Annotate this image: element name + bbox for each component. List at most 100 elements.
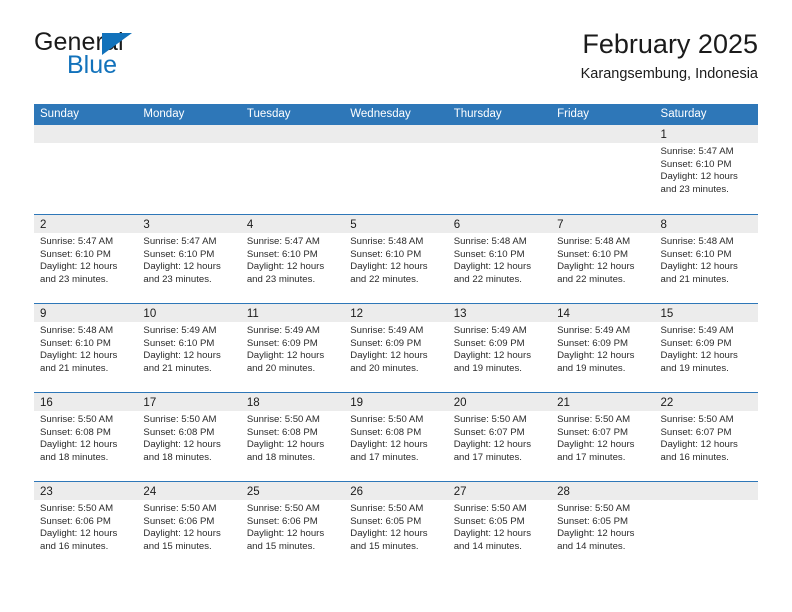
day-cell[interactable]: 2 Sunrise: 5:47 AM Sunset: 6:10 PM Dayli… xyxy=(34,215,138,303)
sunrise-text: Sunrise: 5:49 AM xyxy=(557,325,631,336)
daylight-text-line1: Daylight: 12 hours xyxy=(143,261,221,273)
daylight-text-line1: Daylight: 12 hours xyxy=(453,261,532,273)
daylight-text-line2: and 15 minutes. xyxy=(246,540,316,552)
day-details: Sunrise: 5:49 AM Sunset: 6:10 PM Dayligh… xyxy=(137,322,240,375)
daylight-text-line2: and 22 minutes. xyxy=(557,273,626,285)
day-number-strip: 4 xyxy=(240,215,345,233)
daylight-text-line2: and 21 minutes. xyxy=(143,362,212,374)
day-cell[interactable] xyxy=(344,125,448,214)
day-cell[interactable]: 27 Sunrise: 5:50 AM Sunset: 6:05 PM Dayl… xyxy=(447,482,552,570)
day-number-strip: 9 xyxy=(34,304,138,322)
daylight-text-line2: and 17 minutes. xyxy=(557,451,626,463)
day-details: Sunrise: 5:49 AM Sunset: 6:09 PM Dayligh… xyxy=(344,322,447,375)
day-cell[interactable]: 28 Sunrise: 5:50 AM Sunset: 6:05 PM Dayl… xyxy=(551,482,655,570)
day-number-strip: 26 xyxy=(344,482,448,500)
day-details xyxy=(344,143,447,146)
day-details xyxy=(655,500,758,503)
day-number-strip: 17 xyxy=(137,393,241,411)
day-cell[interactable]: 21 Sunrise: 5:50 AM Sunset: 6:07 PM Dayl… xyxy=(551,393,655,481)
day-cell[interactable]: 26 Sunrise: 5:50 AM Sunset: 6:05 PM Dayl… xyxy=(344,482,448,570)
logo-text-blue: Blue xyxy=(67,51,118,79)
day-cell[interactable]: 6 Sunrise: 5:48 AM Sunset: 6:10 PM Dayli… xyxy=(447,215,552,303)
day-cell[interactable]: 24 Sunrise: 5:50 AM Sunset: 6:06 PM Dayl… xyxy=(137,482,241,570)
daylight-text-line2: and 18 minutes. xyxy=(143,451,212,463)
day-cell[interactable]: 14 Sunrise: 5:49 AM Sunset: 6:09 PM Dayl… xyxy=(551,304,655,392)
daylight-text-line1: Daylight: 12 hours xyxy=(350,528,428,540)
day-number: 16 xyxy=(40,397,53,409)
day-details: Sunrise: 5:48 AM Sunset: 6:10 PM Dayligh… xyxy=(344,233,447,286)
day-number-strip: 8 xyxy=(654,215,758,233)
day-cell[interactable]: 10 Sunrise: 5:49 AM Sunset: 6:10 PM Dayl… xyxy=(137,304,241,392)
sunset-text: Sunset: 6:07 PM xyxy=(660,426,732,438)
sunset-text: Sunset: 6:07 PM xyxy=(453,426,525,438)
day-number-strip: 7 xyxy=(551,215,655,233)
sunrise-text: Sunrise: 5:50 AM xyxy=(143,503,217,514)
day-cell[interactable]: 13 Sunrise: 5:49 AM Sunset: 6:09 PM Dayl… xyxy=(447,304,552,392)
daylight-text-line1: Daylight: 12 hours xyxy=(246,528,325,540)
sunset-text: Sunset: 6:10 PM xyxy=(453,248,525,260)
sunset-text: Sunset: 6:10 PM xyxy=(143,248,215,260)
day-cell[interactable] xyxy=(654,482,758,570)
day-details: Sunrise: 5:48 AM Sunset: 6:10 PM Dayligh… xyxy=(448,233,551,286)
day-cell[interactable]: 4 Sunrise: 5:47 AM Sunset: 6:10 PM Dayli… xyxy=(240,215,345,303)
general-blue-logo[interactable]: General Blue xyxy=(34,28,244,88)
day-cell[interactable]: 12 Sunrise: 5:49 AM Sunset: 6:09 PM Dayl… xyxy=(344,304,448,392)
day-cell[interactable]: 1 Sunrise: 5:47 AM Sunset: 6:10 PM Dayli… xyxy=(654,125,758,214)
day-cell[interactable]: 7 Sunrise: 5:48 AM Sunset: 6:10 PM Dayli… xyxy=(551,215,655,303)
sunset-text: Sunset: 6:09 PM xyxy=(246,337,318,349)
day-details: Sunrise: 5:47 AM Sunset: 6:10 PM Dayligh… xyxy=(137,233,240,286)
day-number: 4 xyxy=(246,219,254,231)
day-number-strip xyxy=(654,482,758,500)
day-cell[interactable]: 15 Sunrise: 5:49 AM Sunset: 6:09 PM Dayl… xyxy=(654,304,758,392)
day-cell[interactable] xyxy=(240,125,345,214)
weekday-header-monday: Monday xyxy=(143,108,185,120)
day-cell[interactable]: 9 Sunrise: 5:48 AM Sunset: 6:10 PM Dayli… xyxy=(34,304,138,392)
day-number-strip xyxy=(240,125,345,143)
daylight-text-line1: Daylight: 12 hours xyxy=(350,350,428,362)
day-details: Sunrise: 5:48 AM Sunset: 6:10 PM Dayligh… xyxy=(551,233,654,286)
sunset-text: Sunset: 6:08 PM xyxy=(246,426,318,438)
sunrise-text: Sunrise: 5:50 AM xyxy=(246,414,320,425)
sunrise-text: Sunrise: 5:50 AM xyxy=(40,503,114,514)
weekday-header-sunday: Sunday xyxy=(40,108,80,120)
page-subtitle: Karangsembung, Indonesia xyxy=(580,66,758,82)
day-number: 18 xyxy=(246,397,260,409)
page-header: General Blue February 2025 Karangsembung… xyxy=(34,28,758,94)
daylight-text-line2: and 16 minutes. xyxy=(40,540,109,552)
day-cell[interactable] xyxy=(34,125,138,214)
day-details xyxy=(137,143,240,146)
day-cell[interactable]: 11 Sunrise: 5:49 AM Sunset: 6:09 PM Dayl… xyxy=(240,304,345,392)
day-cell[interactable]: 18 Sunrise: 5:50 AM Sunset: 6:08 PM Dayl… xyxy=(240,393,345,481)
day-cell[interactable] xyxy=(551,125,655,214)
sunrise-text: Sunrise: 5:49 AM xyxy=(453,325,527,336)
week-row: 2 Sunrise: 5:47 AM Sunset: 6:10 PM Dayli… xyxy=(34,214,758,303)
day-number-strip: 6 xyxy=(447,215,552,233)
day-cell[interactable]: 5 Sunrise: 5:48 AM Sunset: 6:10 PM Dayli… xyxy=(344,215,448,303)
calendar-grid: Sunday Monday Tuesday Wednesday Thursday… xyxy=(34,104,758,570)
day-number: 19 xyxy=(350,397,364,409)
day-number-strip xyxy=(34,125,138,143)
daylight-text-line2: and 14 minutes. xyxy=(453,540,522,552)
sunset-text: Sunset: 6:06 PM xyxy=(40,515,111,527)
day-details: Sunrise: 5:50 AM Sunset: 6:08 PM Dayligh… xyxy=(137,411,240,464)
daylight-text-line1: Daylight: 12 hours xyxy=(660,171,738,183)
weekday-header-friday: Friday xyxy=(557,108,590,120)
day-cell[interactable]: 25 Sunrise: 5:50 AM Sunset: 6:06 PM Dayl… xyxy=(240,482,345,570)
day-cell[interactable]: 20 Sunrise: 5:50 AM Sunset: 6:07 PM Dayl… xyxy=(447,393,552,481)
day-cell[interactable] xyxy=(447,125,552,214)
sunset-text: Sunset: 6:05 PM xyxy=(557,515,629,527)
week-row: 9 Sunrise: 5:48 AM Sunset: 6:10 PM Dayli… xyxy=(34,303,758,392)
day-cell[interactable]: 23 Sunrise: 5:50 AM Sunset: 6:06 PM Dayl… xyxy=(34,482,138,570)
day-cell[interactable]: 16 Sunrise: 5:50 AM Sunset: 6:08 PM Dayl… xyxy=(34,393,138,481)
day-number-strip xyxy=(344,125,448,143)
day-cell[interactable]: 22 Sunrise: 5:50 AM Sunset: 6:07 PM Dayl… xyxy=(654,393,758,481)
day-cell[interactable]: 17 Sunrise: 5:50 AM Sunset: 6:08 PM Dayl… xyxy=(137,393,241,481)
day-details: Sunrise: 5:50 AM Sunset: 6:05 PM Dayligh… xyxy=(448,500,551,553)
sunset-text: Sunset: 6:10 PM xyxy=(350,248,422,260)
day-cell[interactable] xyxy=(137,125,241,214)
day-cell[interactable]: 19 Sunrise: 5:50 AM Sunset: 6:08 PM Dayl… xyxy=(344,393,448,481)
day-number: 20 xyxy=(453,397,467,409)
day-cell[interactable]: 8 Sunrise: 5:48 AM Sunset: 6:10 PM Dayli… xyxy=(654,215,758,303)
day-number-strip xyxy=(447,125,552,143)
day-cell[interactable]: 3 Sunrise: 5:47 AM Sunset: 6:10 PM Dayli… xyxy=(137,215,241,303)
